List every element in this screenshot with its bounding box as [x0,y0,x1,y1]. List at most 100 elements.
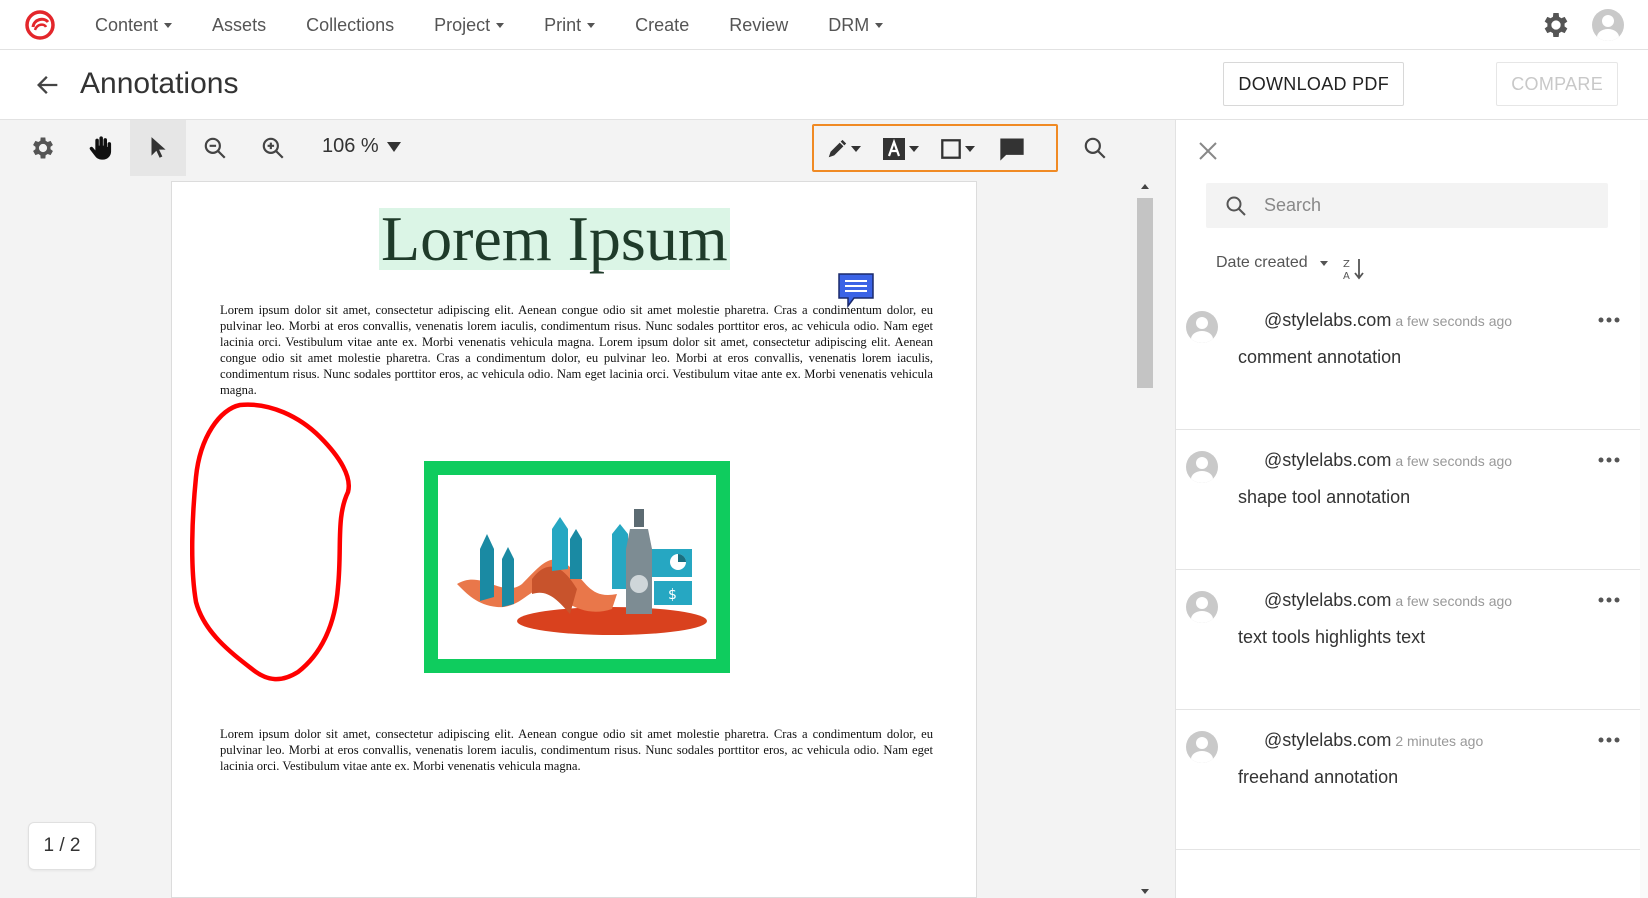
viewer-scrollbar[interactable] [1135,182,1155,896]
scroll-down-arrow-icon[interactable] [1141,889,1149,894]
nav-create[interactable]: Create [615,15,709,36]
nav-review[interactable]: Review [709,15,808,36]
nav-content[interactable]: Content [75,15,192,36]
comment-timestamp: 2 minutes ago [1395,733,1484,749]
sort-az-icon[interactable]: Z A [1343,257,1365,281]
nav-print-label: Print [544,14,582,35]
more-options-icon[interactable] [1597,456,1621,464]
sort-label: Date created [1216,254,1308,271]
caret-down-icon [909,146,919,152]
comment-timestamp: a few seconds ago [1395,453,1513,469]
comment-icon [1000,138,1024,161]
chevron-down-icon [496,23,505,29]
text-tool-icon [883,138,905,160]
text-highlight-annotation[interactable]: Lorem Ipsum [379,203,730,274]
business-illustration-image: $ [457,509,707,635]
sitecore-logo-icon[interactable] [24,9,56,41]
user-avatar-icon [1186,311,1218,343]
user-avatar-icon[interactable] [1592,9,1624,41]
comment-text: comment annotation [1238,347,1402,367]
comment-author: @stylelabs.com a few seconds ago [1264,590,1512,611]
document-paragraph: Lorem ipsum dolor sit amet, consectetur … [220,727,933,773]
comment-timestamp: a few seconds ago [1395,313,1513,329]
chevron-down-icon [1319,260,1328,266]
annotation-tools-group [812,124,1058,172]
comment-author: @stylelabs.com 2 minutes ago [1264,730,1483,751]
select-tool-button[interactable] [130,120,186,176]
nav-collections[interactable]: Collections [286,15,414,36]
comment-author: @stylelabs.com a few seconds ago [1264,450,1512,471]
gear-icon[interactable] [1540,9,1572,41]
search-input[interactable] [1264,195,1584,216]
comment-text: freehand annotation [1238,767,1399,787]
scroll-up-arrow-icon[interactable] [1141,184,1149,189]
back-arrow-icon[interactable] [34,71,62,99]
close-icon[interactable] [1196,139,1220,163]
zoom-level-dropdown[interactable]: 106 % [322,135,401,158]
pen-tool-button[interactable] [826,132,861,166]
more-options-icon[interactable] [1597,736,1621,744]
svg-text:$: $ [668,587,677,603]
hand-icon [89,136,112,160]
more-options-icon[interactable] [1597,316,1621,324]
comment-timestamp: a few seconds ago [1395,593,1513,609]
comment-tool-button[interactable] [998,132,1026,166]
chevron-down-icon [164,23,173,29]
nav-assets[interactable]: Assets [192,15,286,36]
sort-dropdown[interactable]: Date created [1216,254,1328,272]
page-header: Annotations DOWNLOAD PDF COMPARE [0,50,1648,120]
annotations-panel: Date created Z A @stylelabs.coma few sec… [1175,120,1648,898]
more-options-icon[interactable] [1597,596,1621,604]
nav-project[interactable]: Project [414,15,524,36]
zoom-in-icon [262,137,284,159]
shape-rectangle-annotation[interactable]: $ [424,461,730,673]
annotation-search [1206,183,1608,228]
top-navigation: Content Assets Collections Project Print… [0,0,1648,50]
viewer-settings-button[interactable] [23,128,63,168]
pan-tool-button[interactable] [80,128,120,168]
compare-button[interactable]: COMPARE [1496,62,1618,106]
page-title: Annotations [80,67,239,100]
main-menu: Content Assets Collections Project Print… [75,0,903,50]
caret-down-icon [386,141,401,152]
page-indicator[interactable]: 1 / 2 [28,822,96,870]
document-title: Lorem Ipsum [381,203,728,274]
comment-author-name: @stylelabs.com [1264,450,1392,470]
nav-drm-label: DRM [828,14,870,35]
document-page[interactable]: Lorem Ipsum Lorem ipsum dolor sit amet, … [171,181,977,898]
comment-author-name: @stylelabs.com [1264,310,1392,330]
comment-text: shape tool annotation [1238,487,1411,507]
pointer-icon [151,137,166,158]
gear-icon [33,137,53,159]
pen-icon [828,139,847,158]
comment-card[interactable]: @stylelabs.com a few seconds ago comment … [1176,290,1641,430]
nav-content-label: Content [95,14,159,35]
zoom-out-icon [204,137,226,159]
comment-card[interactable]: @stylelabs.com a few seconds ago shape to… [1176,430,1641,570]
nav-project-label: Project [434,14,491,35]
panel-scrollbar[interactable] [1640,180,1648,898]
comment-author-name: @stylelabs.com [1264,730,1392,750]
shape-tool-button[interactable] [940,132,975,166]
search-icon [1084,137,1106,159]
nav-collections-label: Collections [306,14,395,35]
freehand-annotation[interactable] [190,397,370,697]
nav-review-label: Review [729,14,789,35]
zoom-out-button[interactable] [195,128,235,168]
text-tool-button[interactable] [882,132,919,166]
comment-text: text tools highlights text [1238,627,1426,647]
nav-drm[interactable]: DRM [808,15,903,36]
zoom-in-button[interactable] [253,128,293,168]
viewer-toolbar: 106 % [0,120,1175,176]
scrollbar-thumb[interactable] [1137,198,1153,388]
search-icon [1226,196,1246,216]
viewer-search-button[interactable] [1075,128,1115,168]
user-avatar-icon [1186,591,1218,623]
svg-text:A: A [1343,271,1350,281]
nav-print[interactable]: Print [524,15,615,36]
comment-card[interactable]: @stylelabs.com a few seconds ago text too… [1176,570,1641,710]
chevron-down-icon [587,23,596,29]
svg-text:Z: Z [1343,259,1350,270]
download-pdf-button[interactable]: DOWNLOAD PDF [1223,62,1404,106]
comment-card[interactable]: @stylelabs.com 2 minutes ago freehand ann… [1176,710,1641,850]
